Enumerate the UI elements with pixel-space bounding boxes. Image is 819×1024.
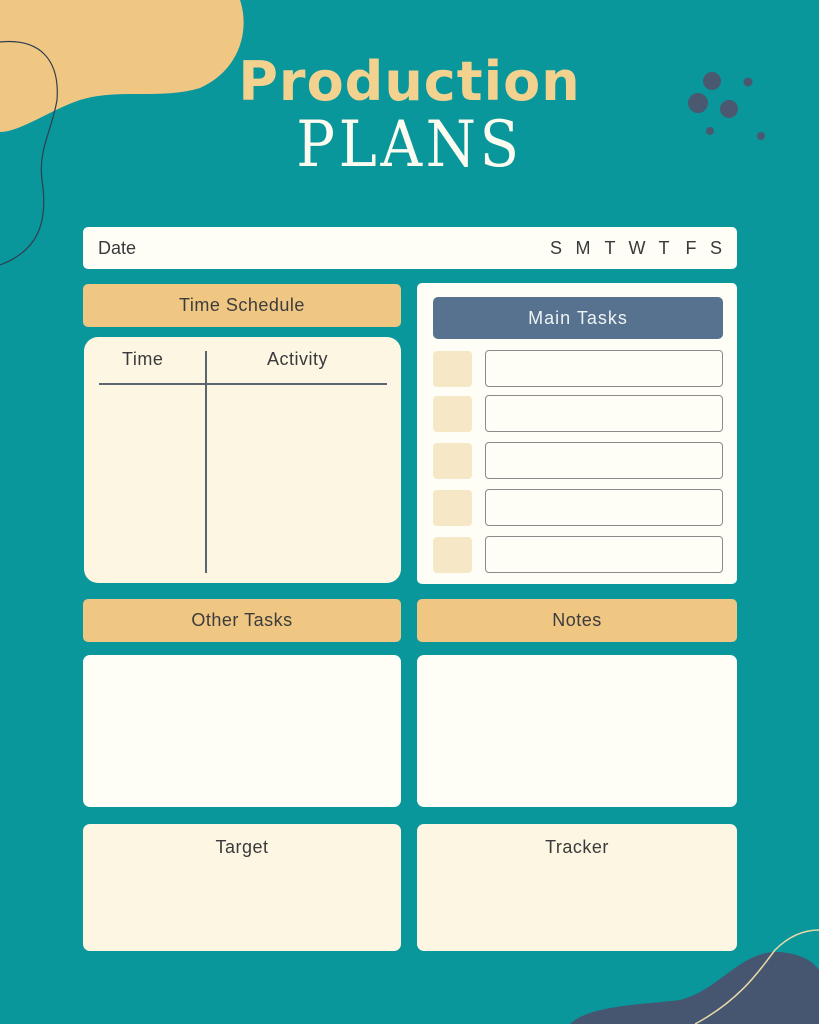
column-divider xyxy=(205,351,207,573)
weekday-thursday[interactable]: T xyxy=(651,238,678,259)
weekday-wednesday[interactable]: W xyxy=(624,238,651,259)
task-input[interactable] xyxy=(485,395,723,432)
main-task-row xyxy=(433,442,723,479)
bottom-right-dark-blob xyxy=(570,951,819,1024)
task-checkbox[interactable] xyxy=(433,537,472,573)
task-checkbox[interactable] xyxy=(433,396,472,432)
tracker-heading: Tracker xyxy=(545,837,609,857)
task-input[interactable] xyxy=(485,489,723,526)
main-task-row xyxy=(433,395,723,432)
task-input[interactable] xyxy=(485,536,723,573)
weekday-sunday[interactable]: S xyxy=(543,238,570,259)
main-task-row xyxy=(433,489,723,526)
notes-area[interactable] xyxy=(417,655,737,807)
target-panel[interactable]: Target xyxy=(83,824,401,951)
task-checkbox[interactable] xyxy=(433,490,472,526)
weekday-friday[interactable]: F xyxy=(678,238,705,259)
date-bar[interactable]: Date S M T W T F S xyxy=(83,227,737,269)
main-task-row xyxy=(433,350,723,387)
main-tasks-panel: Main Tasks xyxy=(417,283,737,584)
other-tasks-area[interactable] xyxy=(83,655,401,807)
other-tasks-heading: Other Tasks xyxy=(83,599,401,642)
target-heading: Target xyxy=(215,837,269,857)
task-checkbox[interactable] xyxy=(433,351,472,387)
weekday-tuesday[interactable]: T xyxy=(597,238,624,259)
task-input[interactable] xyxy=(485,350,723,387)
weekday-saturday[interactable]: S xyxy=(705,238,723,259)
weekday-monday[interactable]: M xyxy=(570,238,597,259)
column-header-activity: Activity xyxy=(267,349,329,369)
date-label: Date xyxy=(98,237,137,258)
task-checkbox[interactable] xyxy=(433,443,472,479)
main-tasks-heading: Main Tasks xyxy=(433,297,723,339)
title-plans: PLANS xyxy=(296,108,523,182)
time-schedule-table[interactable]: Time Activity xyxy=(84,337,401,583)
column-header-time: Time xyxy=(122,349,164,369)
task-input[interactable] xyxy=(485,442,723,479)
notes-heading: Notes xyxy=(417,599,737,642)
time-schedule-heading: Time Schedule xyxy=(83,284,401,327)
main-task-row xyxy=(433,536,723,573)
weekday-selector: S M T W T F S xyxy=(543,238,723,259)
header-divider xyxy=(99,383,387,385)
title-production: Production xyxy=(238,50,581,113)
tracker-panel[interactable]: Tracker xyxy=(417,824,737,951)
